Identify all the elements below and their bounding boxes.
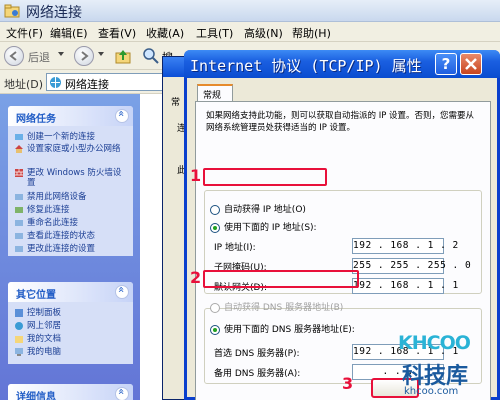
computer-icon (15, 348, 23, 356)
tab-general-label: 常规 (203, 91, 222, 101)
explorer-title-bar: 网络连接 (0, 0, 500, 22)
documents-folder-icon (15, 336, 23, 343)
network-folder-icon (4, 4, 20, 18)
network-tasks-panel: 网络任务 创建一个新的连接 设置家庭或小型办公网络 更改 Windows 防火墙… (8, 106, 133, 256)
network-connections-icon (50, 77, 61, 88)
task-change-settings[interactable]: 更改此连接的设置 (14, 244, 126, 254)
collapse-chevron-icon[interactable] (115, 109, 129, 123)
forward-button[interactable] (74, 46, 94, 66)
ip-address-label: IP 地址(I): (214, 243, 256, 253)
task-pane: 网络任务 创建一个新的连接 设置家庭或小型办公网络 更改 Windows 防火墙… (0, 94, 140, 400)
address-input[interactable]: 网络连接 (46, 73, 176, 91)
repair-icon (15, 207, 23, 213)
firewall-icon (15, 169, 23, 177)
forward-dropdown-icon[interactable] (98, 52, 104, 56)
task-view-status[interactable]: 查看此连接的状态 (14, 231, 126, 241)
step-1-marker: 1 (190, 166, 202, 185)
task-rename[interactable]: 重命名此连接 (14, 218, 126, 228)
back-label: 后退 (28, 51, 50, 64)
dialog-title-bar: Internet 协议 (TCP/IP) 属性 ? (184, 50, 500, 78)
ip-auto-radio[interactable]: 自动获得 IP 地址(O) (210, 204, 306, 216)
details-header[interactable]: 详细信息 (8, 384, 133, 400)
khcoo-watermark: KHCOO 科技库 khcoo.com (398, 328, 500, 400)
place-network-neighborhood[interactable]: 网上邻居 (14, 321, 126, 331)
place-my-documents[interactable]: 我的文档 (14, 334, 126, 344)
settings-icon (15, 246, 23, 252)
menu-favorites[interactable]: 收藏(A) (146, 25, 184, 41)
details-title: 详细信息 (16, 392, 56, 400)
tab-general[interactable]: 常规 (197, 84, 233, 102)
watermark-brand: KHCOO (398, 332, 471, 354)
home-network-icon (15, 145, 23, 153)
preferred-dns-label: 首选 DNS 服务器(P): (214, 349, 300, 359)
status-icon (15, 233, 23, 239)
alternate-dns-label: 备用 DNS 服务器(A): (214, 369, 301, 379)
radio-button-on (210, 325, 220, 335)
ip-settings-description: 如果网络支持此功能，则可以获取自动指派的 IP 设置。否则，您需要从网络系统管理… (206, 111, 475, 133)
dns-auto-radio[interactable]: 自动获得 DNS 服务器地址(B) (210, 302, 343, 314)
address-value: 网络连接 (65, 78, 109, 91)
radio-button-disabled (210, 303, 220, 313)
ip-manual-radio[interactable]: 使用下面的 IP 地址(S): (210, 222, 317, 234)
network-tasks-title: 网络任务 (16, 114, 56, 125)
menu-advanced[interactable]: 高级(N) (244, 25, 283, 41)
disable-device-icon (15, 194, 23, 200)
collapse-chevron-icon[interactable] (115, 387, 129, 400)
dns-manual-radio[interactable]: 使用下面的 DNS 服务器地址(E): (210, 324, 355, 336)
back-button[interactable] (4, 46, 24, 66)
network-neighborhood-icon (15, 322, 23, 330)
rename-icon (15, 220, 23, 226)
new-connection-icon (15, 134, 23, 140)
menu-help[interactable]: 帮助(H) (292, 25, 331, 41)
back-arrow-icon (9, 51, 17, 61)
other-places-title: 其它位置 (16, 290, 56, 301)
menu-file[interactable]: 文件(F) (6, 25, 43, 41)
network-tasks-header[interactable]: 网络任务 (8, 106, 133, 126)
watermark-url: khcoo.com (404, 386, 459, 397)
forward-arrow-icon (81, 51, 89, 61)
other-places-header[interactable]: 其它位置 (8, 282, 133, 302)
task-home-network[interactable]: 设置家庭或小型办公网络 (14, 144, 126, 154)
subnet-mask-input[interactable]: 255 . 255 . 255 . 0 (352, 258, 471, 274)
up-folder-icon[interactable] (114, 47, 132, 65)
address-label: 地址(D) (4, 78, 44, 91)
help-button[interactable]: ? (435, 53, 457, 75)
details-panel: 详细信息 (8, 384, 133, 400)
default-gateway-input[interactable]: 192 . 168 . 1 . 1 (352, 278, 458, 294)
highlight-ip-manual (203, 168, 327, 186)
task-disable-device[interactable]: 禁用此网络设备 (14, 192, 126, 202)
radio-button-off (210, 205, 220, 215)
other-places-panel: 其它位置 控制面板 网上邻居 我的文档 我的电脑 (8, 282, 133, 364)
menu-edit[interactable]: 编辑(E) (50, 25, 88, 41)
step-3-marker: 3 (342, 374, 354, 393)
control-panel-icon (15, 309, 23, 317)
task-firewall[interactable]: 更改 Windows 防火墙设置 (14, 168, 126, 188)
close-icon (465, 58, 477, 70)
task-create-connection[interactable]: 创建一个新的连接 (14, 132, 126, 142)
radio-button-on (210, 223, 220, 233)
back-dropdown-icon[interactable] (58, 52, 64, 56)
menu-bar: 文件(F) 编辑(E) 查看(V) 收藏(A) 工具(T) 高级(N) 帮助(H… (0, 22, 500, 42)
behind-tab[interactable]: 常 (171, 95, 180, 108)
explorer-title: 网络连接 (26, 5, 82, 21)
highlight-dns-manual (203, 270, 359, 288)
ip-address-input[interactable]: 192 . 168 . 1 . 2 (352, 238, 458, 254)
step-2-marker: 2 (190, 268, 202, 287)
menu-tools[interactable]: 工具(T) (196, 25, 233, 41)
menu-view[interactable]: 查看(V) (98, 25, 136, 41)
search-icon[interactable] (142, 47, 160, 65)
dialog-title: Internet 协议 (TCP/IP) 属性 (190, 57, 422, 75)
place-my-computer[interactable]: 我的电脑 (14, 347, 126, 357)
place-control-panel[interactable]: 控制面板 (14, 308, 126, 318)
task-repair[interactable]: 修复此连接 (14, 205, 126, 215)
close-button[interactable] (460, 53, 482, 75)
collapse-chevron-icon[interactable] (115, 285, 129, 299)
